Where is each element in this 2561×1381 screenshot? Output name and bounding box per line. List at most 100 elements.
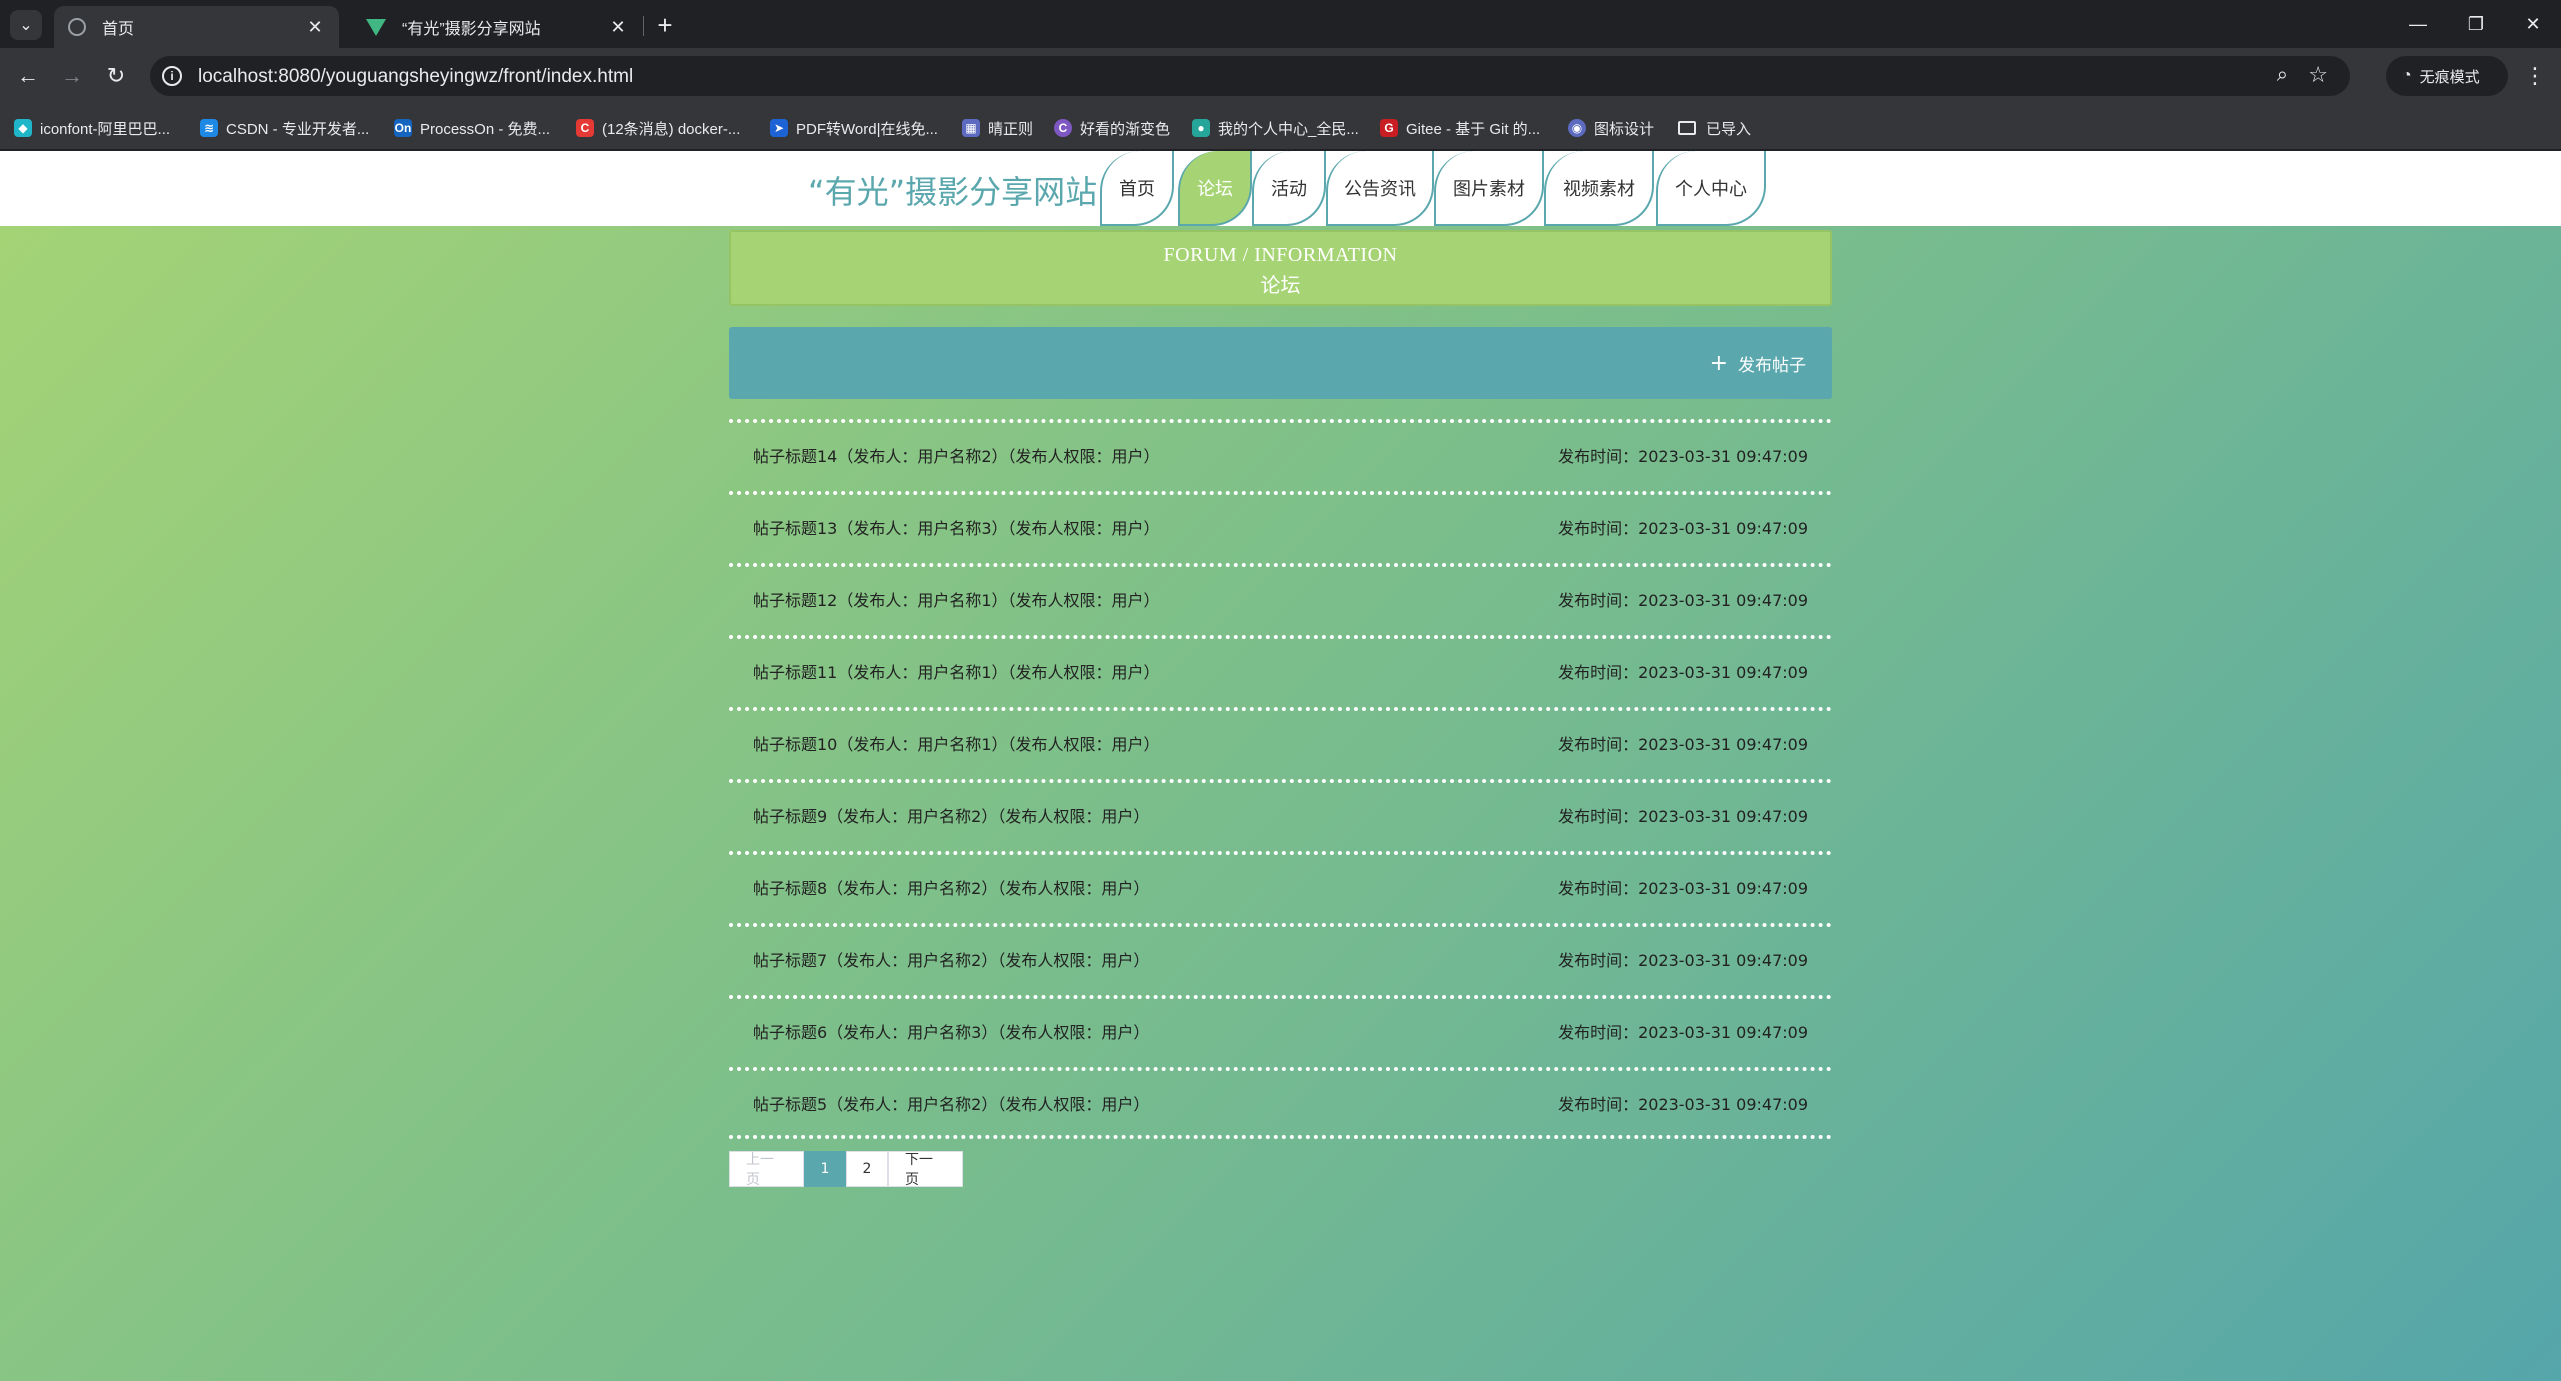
bookmark-processon[interactable]: On ProcessOn - 免费...	[394, 116, 550, 140]
close-window-button[interactable]: ✕	[2505, 0, 2561, 48]
post-title[interactable]: 帖子标题10（发布人：用户名称1）（发布人权限：用户）	[753, 731, 1160, 755]
post-title[interactable]: 帖子标题12（发布人：用户名称1）（发布人权限：用户）	[753, 587, 1160, 611]
post-time: 发布时间：2023-03-31 09:47:09	[1558, 1023, 1808, 1042]
user-center-icon: ●	[1192, 119, 1210, 137]
incognito-badge[interactable]: ◔ 无痕模式	[2386, 56, 2508, 96]
vue-icon	[366, 18, 386, 36]
processon-icon: On	[394, 119, 412, 137]
page-viewport: “有光”摄影分享网站 首页 论坛 活动 公告资讯 图片素材 视频素材 个人中心 …	[0, 151, 2561, 1381]
list-item[interactable]: 帖子标题12（发布人：用户名称1）（发布人权限：用户） 发布时间：2023-03-…	[729, 563, 1832, 635]
nav-video-materials[interactable]: 视频素材	[1544, 151, 1654, 226]
reload-icon: ↻	[106, 63, 126, 88]
site-brand[interactable]: “有光”摄影分享网站	[808, 167, 1097, 213]
post-title[interactable]: 帖子标题9（发布人：用户名称2）（发布人权限：用户）	[753, 803, 1149, 827]
tab-site[interactable]: “有光”摄影分享网站 ✕	[352, 6, 642, 48]
bookmark-docker[interactable]: C (12条消息) docker-...	[576, 116, 740, 140]
globe-icon	[68, 18, 86, 36]
post-time: 发布时间：2023-03-31 09:47:09	[1558, 879, 1808, 898]
list-item[interactable]: 帖子标题6（发布人：用户名称3）（发布人权限：用户） 发布时间：2023-03-3…	[729, 995, 1832, 1067]
forward-button[interactable]: →	[56, 60, 88, 92]
incognito-label: 无痕模式	[2419, 68, 2480, 86]
list-item[interactable]: 帖子标题13（发布人：用户名称3）（发布人权限：用户） 发布时间：2023-03-…	[729, 491, 1832, 563]
url-text[interactable]: localhost:8080/youguangsheyingwz/front/i…	[198, 66, 633, 88]
browser-toolbar: ← → ↻ i localhost:8080/youguangsheyingwz…	[0, 48, 2561, 104]
incognito-icon: ◔	[2402, 67, 2412, 84]
regex-icon: ▦	[962, 119, 980, 137]
publish-post-button[interactable]: + 发布帖子	[1710, 351, 1806, 376]
post-title[interactable]: 帖子标题14（发布人：用户名称2）（发布人权限：用户）	[753, 443, 1160, 467]
csdn-c-icon: C	[576, 119, 594, 137]
reload-button[interactable]: ↻	[100, 60, 132, 92]
post-title[interactable]: 帖子标题5（发布人：用户名称2）（发布人权限：用户）	[753, 1091, 1149, 1115]
post-time: 发布时间：2023-03-31 09:47:09	[1558, 663, 1808, 682]
close-icon[interactable]: ✕	[305, 17, 325, 38]
list-item[interactable]: 帖子标题11（发布人：用户名称1）（发布人权限：用户） 发布时间：2023-03-…	[729, 635, 1832, 707]
site-header: “有光”摄影分享网站 首页 论坛 活动 公告资讯 图片素材 视频素材 个人中心	[0, 151, 2561, 226]
close-icon[interactable]: ✕	[608, 17, 628, 38]
post-time: 发布时间：2023-03-31 09:47:09	[1558, 519, 1808, 538]
prev-page-button[interactable]: 上一页	[729, 1151, 804, 1188]
list-item[interactable]: 帖子标题10（发布人：用户名称1）（发布人权限：用户） 发布时间：2023-03-…	[729, 707, 1832, 779]
bookmark-star-icon[interactable]: ☆	[2308, 62, 2328, 88]
forum-action-bar: + 发布帖子	[729, 327, 1832, 399]
post-title[interactable]: 帖子标题6（发布人：用户名称3）（发布人权限：用户）	[753, 1019, 1149, 1043]
list-item[interactable]: 帖子标题5（发布人：用户名称2）（发布人权限：用户） 发布时间：2023-03-3…	[729, 1067, 1832, 1139]
iconfont-icon: ◆	[14, 119, 32, 137]
close-icon: ✕	[2525, 13, 2541, 34]
nav-activity[interactable]: 活动	[1252, 151, 1326, 226]
list-item[interactable]: 帖子标题8（发布人：用户名称2）（发布人权限：用户） 发布时间：2023-03-3…	[729, 851, 1832, 923]
tab-search-button[interactable]: ⌄	[10, 10, 42, 40]
nav-announcements[interactable]: 公告资讯	[1326, 151, 1434, 226]
post-time: 发布时间：2023-03-31 09:47:09	[1558, 1095, 1808, 1114]
page-2-button[interactable]: 2	[846, 1151, 888, 1187]
folder-icon	[1678, 121, 1696, 135]
plus-icon: +	[657, 9, 673, 40]
minimize-icon: —	[2409, 13, 2427, 34]
bookmark-user-center[interactable]: ● 我的个人中心_全民...	[1192, 116, 1359, 140]
pdf-icon: ➤	[770, 119, 788, 137]
tab-divider	[643, 16, 644, 36]
bookmark-icon-design[interactable]: ◉ 图标设计	[1568, 116, 1654, 140]
csdn-icon: ≋	[200, 119, 218, 137]
chevron-down-icon: ⌄	[19, 17, 33, 34]
bookmark-csdn[interactable]: ≋ CSDN - 专业开发者...	[200, 116, 369, 140]
bookmark-regex[interactable]: ▦ 晴正则	[962, 116, 1033, 140]
post-list: 帖子标题14（发布人：用户名称2）（发布人权限：用户） 发布时间：2023-03-…	[729, 419, 1832, 1139]
bookmark-pdf[interactable]: ➤ PDF转Word|在线免...	[770, 116, 938, 140]
banner-english-title: FORUM / INFORMATION	[1163, 244, 1398, 266]
nav-personal-center[interactable]: 个人中心	[1656, 151, 1766, 226]
restore-button[interactable]: ❐	[2448, 0, 2504, 48]
restore-icon: ❐	[2467, 13, 2485, 34]
more-vertical-icon: ⋮	[2524, 63, 2546, 88]
post-time: 发布时间：2023-03-31 09:47:09	[1558, 447, 1808, 466]
minimize-button[interactable]: —	[2390, 0, 2446, 48]
tab-home[interactable]: 首页 ✕	[54, 6, 339, 48]
browser-menu-button[interactable]: ⋮	[2520, 60, 2550, 92]
info-icon[interactable]: i	[162, 66, 182, 86]
bookmark-folder-imported[interactable]: 已导入	[1678, 116, 1751, 140]
post-title[interactable]: 帖子标题8（发布人：用户名称2）（发布人权限：用户）	[753, 875, 1149, 899]
list-item[interactable]: 帖子标题14（发布人：用户名称2）（发布人权限：用户） 发布时间：2023-03-…	[729, 419, 1832, 491]
gitee-icon: G	[1380, 119, 1398, 137]
publish-post-label: 发布帖子	[1738, 356, 1806, 376]
zoom-icon[interactable]: ⌕	[2277, 64, 2288, 87]
gradient-icon: C	[1054, 119, 1072, 137]
arrow-right-icon: →	[61, 63, 83, 88]
post-title[interactable]: 帖子标题13（发布人：用户名称3）（发布人权限：用户）	[753, 515, 1160, 539]
bookmark-iconfont[interactable]: ◆ iconfont-阿里巴巴...	[14, 116, 170, 140]
nav-home[interactable]: 首页	[1100, 151, 1174, 226]
new-tab-button[interactable]: +	[650, 10, 680, 40]
nav-image-materials[interactable]: 图片素材	[1434, 151, 1544, 226]
page-1-button[interactable]: 1	[804, 1151, 846, 1187]
nav-forum[interactable]: 论坛	[1178, 151, 1252, 226]
back-button[interactable]: ←	[12, 60, 44, 92]
address-bar[interactable]: i localhost:8080/youguangsheyingwz/front…	[150, 56, 2350, 96]
bookmark-gradient[interactable]: C 好看的渐变色	[1054, 116, 1170, 140]
list-item[interactable]: 帖子标题9（发布人：用户名称2）（发布人权限：用户） 发布时间：2023-03-3…	[729, 779, 1832, 851]
post-title[interactable]: 帖子标题7（发布人：用户名称2）（发布人权限：用户）	[753, 947, 1149, 971]
list-item[interactable]: 帖子标题7（发布人：用户名称2）（发布人权限：用户） 发布时间：2023-03-3…	[729, 923, 1832, 995]
next-page-button[interactable]: 下一页	[888, 1151, 963, 1188]
bookmark-gitee[interactable]: G Gitee - 基于 Git 的...	[1380, 116, 1540, 140]
bookmarks-bar: ◆ iconfont-阿里巴巴... ≋ CSDN - 专业开发者... On Pro…	[0, 104, 2561, 150]
post-title[interactable]: 帖子标题11（发布人：用户名称1）（发布人权限：用户）	[753, 659, 1160, 683]
